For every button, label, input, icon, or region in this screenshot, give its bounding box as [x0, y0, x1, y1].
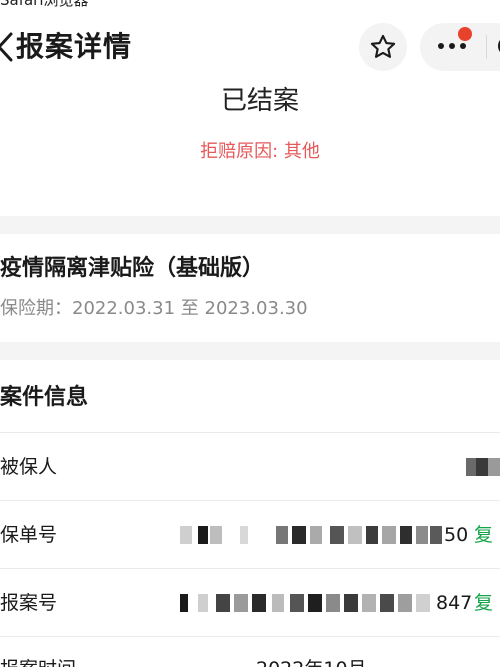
favorite-button[interactable] [359, 23, 407, 71]
divider [0, 568, 500, 569]
chevron-left-icon[interactable] [0, 32, 14, 62]
policy-number-tail: 50 [444, 524, 469, 546]
report-number-redacted [180, 594, 432, 612]
star-icon [370, 34, 396, 58]
insured-value-redacted [466, 458, 500, 476]
insured-label: 被保人 [0, 456, 58, 478]
policy-period-label: 保险期： [0, 298, 72, 319]
product-name: 疫情隔离津贴险（基础版） [0, 256, 265, 281]
notification-dot [458, 27, 472, 41]
divider [0, 500, 500, 501]
policy-period-value: 2022.03.31 至 2023.03.30 [72, 298, 308, 319]
report-time-label: 报案时间 [0, 656, 76, 667]
copy-policy-number-button[interactable]: 复 [474, 522, 493, 548]
report-number-tail: 847 [436, 592, 473, 614]
capsule-divider [486, 35, 487, 59]
claim-status: 已结案 [220, 86, 299, 116]
section-gap [0, 216, 500, 234]
section-gap [0, 342, 500, 360]
divider [0, 636, 500, 637]
capsule-menu[interactable] [420, 23, 500, 71]
policy-period: 保险期：2022.03.31 至 2023.03.30 [0, 296, 308, 322]
status-bar-browser-label: Safari浏览器 [0, 0, 89, 9]
report-time-value: 2022年10月 [256, 656, 367, 667]
case-info-title: 案件信息 [0, 385, 89, 410]
page-title: 报案详情 [16, 30, 133, 63]
reject-reason: 拒赔原因: 其他 [200, 141, 320, 162]
policy-number-label: 保单号 [0, 524, 58, 546]
copy-report-number-button[interactable]: 复 [474, 590, 493, 616]
divider [0, 432, 500, 433]
report-number-label: 报案号 [0, 592, 58, 614]
policy-number-redacted [180, 526, 442, 544]
claim-detail-screen: Safari浏览器 报案详情 已结案 拒赔原因: 其他 疫情隔离津贴险（基础版）… [0, 0, 500, 667]
nav-bar: 报案详情 [0, 18, 500, 78]
more-icon[interactable] [438, 43, 468, 51]
